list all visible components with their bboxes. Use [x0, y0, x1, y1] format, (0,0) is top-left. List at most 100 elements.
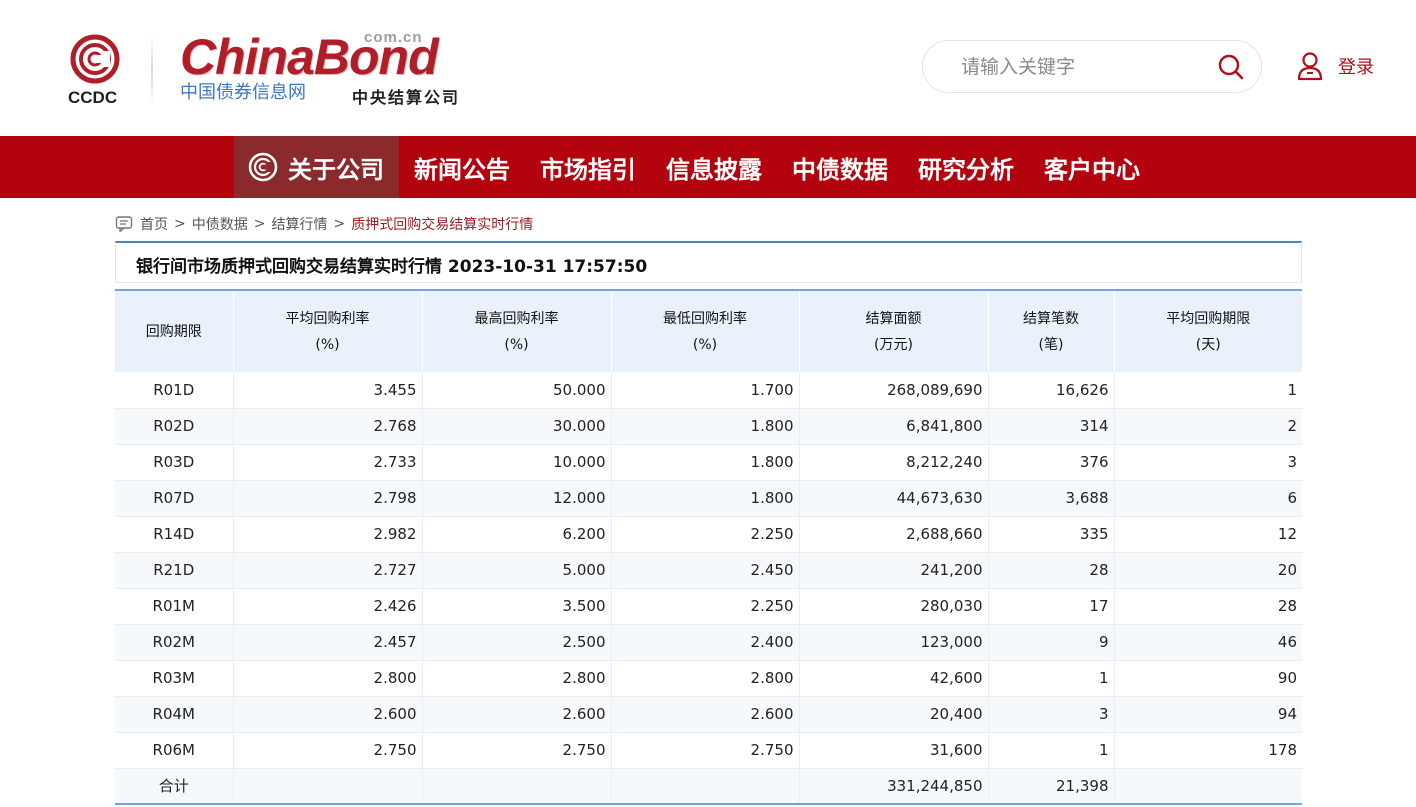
- col-max-rate-cell: 2.600: [422, 696, 612, 732]
- breadcrumb-home[interactable]: 首页: [140, 214, 168, 234]
- location-chat-icon: [115, 216, 133, 233]
- col-avg-rate-cell: 2.982: [233, 516, 423, 552]
- col-settlement-amount-cell: 123,000: [799, 624, 989, 660]
- header-unit: (%): [504, 336, 529, 353]
- main-nav: 关于公司 新闻公告 市场指引 信息披露 中债数据 研究分析 客户中心: [0, 136, 1416, 198]
- col-max-rate-cell: 12.000: [422, 480, 612, 516]
- user-icon: [1297, 52, 1323, 81]
- col-min-rate-cell: 1.800: [611, 408, 800, 444]
- table-row: R01D 3.455 50.000 1.700 268,089,690 16,626 1: [115, 372, 1302, 408]
- col-max-rate-cell: 2.800: [422, 660, 612, 696]
- col-max-rate-cell: [422, 768, 612, 804]
- col-avg-rate-cell: 2.750: [233, 732, 423, 768]
- table-header-row: 回购期限 平均回购利率 (%) 最高回购利率 (%) 最低回购利率 (%) 结算面额 (万元) 结…: [115, 290, 1302, 372]
- chinabond-cn-name: 中国债券信息网: [180, 82, 306, 102]
- ccdc-emblem-icon: [70, 34, 120, 84]
- col-repo-term-cell: R04M: [115, 696, 234, 732]
- col-max-rate-cell: 3.500: [422, 588, 612, 624]
- table-row: R07D 2.798 12.000 1.800 44,673,630 3,688 6: [115, 480, 1302, 516]
- logo-divider: [151, 34, 153, 104]
- breadcrumb-current[interactable]: 质押式回购交易结算实时行情: [351, 214, 533, 234]
- search-icon[interactable]: [1217, 53, 1245, 81]
- col-max-rate-cell: 50.000: [422, 372, 612, 408]
- header-unit: (%): [692, 336, 718, 353]
- header-label: 最高回购利率: [474, 310, 559, 327]
- col-settlement-count-header: 结算笔数 (笔): [988, 290, 1115, 372]
- col-repo-term-cell: R21D: [115, 552, 234, 588]
- search-box: [922, 40, 1262, 93]
- page-title: 银行间市场质押式回购交易结算实时行情 2023-10-31 17:57:50: [136, 257, 648, 277]
- col-settlement-amount-cell: 6,841,800: [799, 408, 989, 444]
- col-avg-term-cell: [1114, 768, 1302, 804]
- nav-item-customer-center[interactable]: 客户中心: [1029, 136, 1155, 198]
- col-repo-term-cell: R01M: [115, 588, 234, 624]
- table-row: R01M 2.426 3.500 2.250 280,030 17 28: [115, 588, 1302, 624]
- col-max-rate-cell: 5.000: [422, 552, 612, 588]
- breadcrumb: 首页 > 中债数据 > 结算行情 > 质押式回购交易结算实时行情: [115, 212, 533, 236]
- header-label: 结算面额: [865, 310, 922, 327]
- col-settlement-count-cell: 21,398: [988, 768, 1115, 804]
- col-settlement-count-cell: 17: [988, 588, 1115, 624]
- col-avg-term-cell: 20: [1277, 561, 1297, 579]
- col-avg-term-header: 平均回购期限 (天): [1114, 290, 1302, 372]
- col-avg-rate-cell: 2.733: [233, 444, 423, 480]
- nav-item-label: 关于公司: [288, 155, 384, 184]
- col-settlement-amount-cell: 31,600: [799, 732, 989, 768]
- col-repo-term-cell: R01D: [115, 372, 234, 408]
- col-max-rate-cell: 10.000: [422, 444, 612, 480]
- col-min-rate-header: 最低回购利率 (%): [611, 290, 800, 372]
- chinabond-logo[interactable]: ChinaBond com.cn 中国债券信息网 中央结算公司: [180, 28, 465, 108]
- col-settlement-count-cell: 335: [988, 516, 1115, 552]
- col-min-rate-cell: 2.450: [611, 552, 800, 588]
- col-repo-term-cell: R02D: [115, 408, 234, 444]
- header-label: 平均回购利率: [285, 310, 370, 327]
- col-repo-term-cell: R03D: [115, 444, 234, 480]
- table-body: R01D 3.455 50.000 1.700 268,089,690 16,626 1 R0…: [115, 372, 1302, 804]
- col-avg-rate-header: 平均回购利率 (%): [233, 290, 423, 372]
- col-avg-term-cell: 2: [1287, 417, 1297, 435]
- col-avg-rate-cell: 2.768: [233, 408, 423, 444]
- col-avg-term-cell: 12: [1277, 525, 1297, 543]
- nav-item-about[interactable]: 关于公司: [234, 136, 399, 198]
- col-repo-term-cell: R02M: [115, 624, 234, 660]
- col-settlement-amount-header: 结算面额 (万元): [799, 290, 989, 372]
- col-avg-rate-cell: 2.426: [233, 588, 423, 624]
- nav-item-research[interactable]: 研究分析: [903, 136, 1029, 198]
- col-min-rate-cell: 1.700: [611, 372, 800, 408]
- col-avg-term-cell: 1: [1287, 380, 1297, 399]
- col-avg-rate-cell: 2.800: [233, 660, 423, 696]
- table-row: R02M 2.457 2.500 2.400 123,000 9 46: [115, 624, 1302, 660]
- nav-item-chinabond-data[interactable]: 中债数据: [777, 136, 903, 198]
- nav-item-disclosure[interactable]: 信息披露: [651, 136, 777, 198]
- chinabond-domain: com.cn: [364, 29, 423, 46]
- login-button[interactable]: 登录: [1296, 50, 1374, 82]
- col-settlement-amount-cell: 331,244,850: [799, 768, 989, 804]
- breadcrumb-separator: >: [174, 216, 186, 232]
- col-min-rate-cell: [611, 768, 800, 804]
- table-row: R03M 2.800 2.800 2.800 42,600 1 90: [115, 660, 1302, 696]
- col-repo-term-cell: R03M: [115, 660, 234, 696]
- header-label: 最低回购利率: [663, 310, 747, 327]
- col-settlement-count-cell: 28: [988, 552, 1115, 588]
- ccdc-logo[interactable]: CCDC: [64, 32, 126, 110]
- col-repo-term-header: 回购期限: [115, 290, 234, 372]
- nav-item-market-guide[interactable]: 市场指引: [525, 136, 651, 198]
- main-nav-items: 关于公司 新闻公告 市场指引 信息披露 中债数据 研究分析 客户中心: [234, 136, 1155, 198]
- col-min-rate-cell: 2.600: [611, 696, 800, 732]
- col-settlement-amount-cell: 8,212,240: [799, 444, 989, 480]
- nav-item-news[interactable]: 新闻公告: [399, 136, 525, 198]
- col-min-rate-cell: 2.250: [611, 516, 800, 552]
- col-max-rate-cell: 30.000: [422, 408, 612, 444]
- col-settlement-count-cell: 314: [988, 408, 1115, 444]
- table-row: R21D 2.727 5.000 2.450 241,200 28 20: [115, 552, 1302, 588]
- col-repo-term-cell: R14D: [115, 516, 234, 552]
- breadcrumb-chinabond-data[interactable]: 中债数据: [192, 214, 248, 234]
- col-settlement-count-cell: 3,688: [988, 480, 1115, 516]
- breadcrumb-separator: >: [333, 216, 346, 232]
- col-settlement-amount-cell: 20,400: [799, 696, 989, 732]
- breadcrumb-settlement[interactable]: 结算行情: [271, 214, 327, 234]
- header-label: 结算笔数: [1023, 310, 1079, 327]
- table-row: R14D 2.982 6.200 2.250 2,688,660 335 12: [115, 516, 1302, 552]
- search-input[interactable]: [961, 54, 1211, 80]
- col-avg-term-cell: 6: [1287, 489, 1297, 507]
